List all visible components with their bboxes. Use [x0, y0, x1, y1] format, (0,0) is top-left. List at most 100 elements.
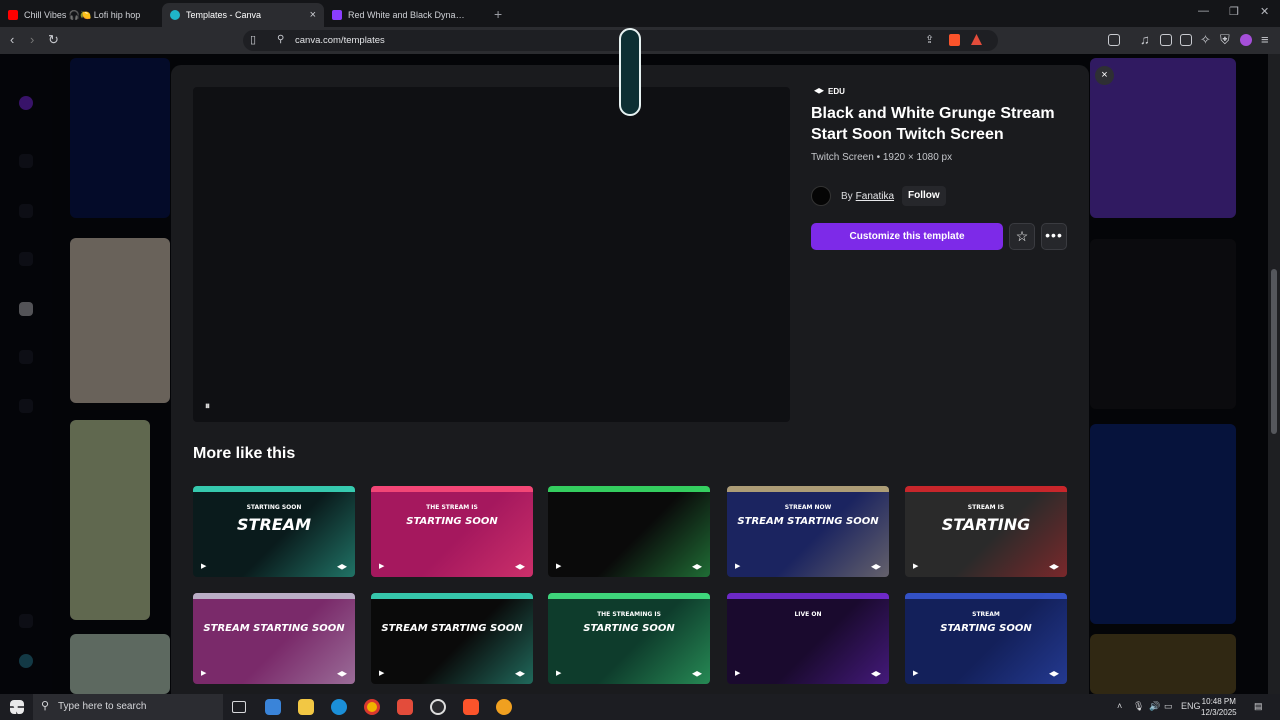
- app-icon[interactable]: [496, 699, 512, 715]
- thumbnail-title: STARTING SOON: [406, 516, 498, 527]
- tab-label: Templates - Canva: [186, 10, 262, 20]
- author-name-link[interactable]: Fanatika: [856, 191, 894, 202]
- webcam-overlay: [619, 28, 641, 116]
- edge-icon[interactable]: [331, 699, 347, 715]
- close-tab-icon[interactable]: ×: [310, 9, 316, 21]
- canva-icon: [332, 10, 342, 20]
- follow-button[interactable]: Follow: [902, 186, 946, 206]
- thumbnail-accent: [727, 486, 889, 492]
- play-icon: ▶: [556, 670, 562, 677]
- file-explorer-icon[interactable]: [298, 699, 314, 715]
- leo-icon[interactable]: [1240, 34, 1252, 46]
- play-icon: ▶: [735, 563, 741, 570]
- scrollbar[interactable]: [1268, 54, 1280, 694]
- obs-icon[interactable]: [430, 699, 446, 715]
- url-text: canva.com/templates: [295, 35, 385, 46]
- chrome-icon[interactable]: [364, 699, 380, 715]
- network-icon[interactable]: ▭: [1164, 701, 1173, 712]
- author-avatar[interactable]: [811, 186, 831, 206]
- author-row: By Fanatika Follow: [811, 186, 946, 206]
- edu-badge: EDU: [814, 87, 845, 96]
- site-info-icon[interactable]: ⚲: [277, 34, 284, 45]
- thumbnail-subtext: STREAM NOW: [784, 504, 832, 511]
- graduation-cap-icon: [692, 564, 702, 570]
- scrollbar-thumb[interactable]: [1271, 269, 1277, 434]
- play-icon: ▶: [913, 563, 919, 570]
- extensions-icon[interactable]: ✧: [1200, 32, 1211, 48]
- brave-shield-icon[interactable]: [949, 34, 960, 46]
- template-thumbnail[interactable]: ▶: [548, 486, 710, 577]
- menu-icon[interactable]: ≡: [1261, 32, 1269, 47]
- template-thumbnail[interactable]: STREAM IS STARTING ▶: [905, 486, 1067, 577]
- pause-icon[interactable]: ⏸: [205, 401, 210, 412]
- windows-taskbar: Type here to search ⚲ ˄ 🎙 🔊 ▭ ENG 10:48 …: [0, 694, 1280, 720]
- play-icon: ▶: [201, 670, 207, 677]
- play-icon: ▶: [735, 670, 741, 677]
- windows-start-icon[interactable]: [10, 700, 24, 714]
- thumbnail-subtext: LIVE ON: [794, 611, 822, 618]
- template-thumbnail[interactable]: THE STREAM IS STARTING SOON ▶: [371, 486, 533, 577]
- system-clock[interactable]: 10:48 PM 12/3/2025: [1201, 696, 1237, 718]
- notifications-icon[interactable]: ▤: [1254, 701, 1263, 712]
- star-icon[interactable]: ☆: [1009, 223, 1035, 250]
- share-icon[interactable]: ⇪: [925, 33, 934, 46]
- wallet-icon[interactable]: [1180, 34, 1192, 46]
- customize-template-button[interactable]: Customize this template: [811, 223, 1003, 250]
- back-icon[interactable]: ‹: [10, 32, 14, 47]
- store-icon[interactable]: [265, 699, 281, 715]
- template-thumbnail[interactable]: LIVE ON ▶: [727, 593, 889, 684]
- graduation-cap-icon: [692, 671, 702, 677]
- task-view-icon[interactable]: [232, 701, 246, 713]
- template-thumbnail[interactable]: STREAM NOW STREAM STARTING SOON ▶: [727, 486, 889, 577]
- chevron-up-icon[interactable]: ˄: [1117, 701, 1122, 711]
- language-indicator[interactable]: ENG: [1181, 701, 1201, 711]
- app-icon[interactable]: [397, 699, 413, 715]
- media-icon[interactable]: ♫: [1140, 32, 1150, 47]
- graduation-cap-icon: [1049, 564, 1059, 570]
- minimize-window-button[interactable]: —: [1198, 5, 1209, 17]
- brave-rewards-icon[interactable]: [971, 34, 982, 45]
- edu-badge-label: EDU: [828, 87, 845, 96]
- reload-icon[interactable]: ↻: [48, 32, 59, 48]
- graduation-cap-icon: [515, 671, 525, 677]
- bookmark-icon[interactable]: ▯: [250, 33, 256, 46]
- brave-icon[interactable]: [463, 699, 479, 715]
- thumbnail-accent: [371, 593, 533, 599]
- graduation-cap-icon: [871, 671, 881, 677]
- template-preview-modal: ⏸ EDU Black and White Grunge Stream Star…: [171, 65, 1089, 705]
- tab-canva-templates[interactable]: Templates - Canva ×: [162, 3, 324, 27]
- thumbnail-subtext: STARTING SOON: [246, 504, 302, 511]
- thumbnail-accent: [905, 593, 1067, 599]
- sidebar-icon[interactable]: [1108, 34, 1120, 46]
- microphone-icon[interactable]: 🎙: [1133, 701, 1144, 712]
- maximize-window-button[interactable]: ❐: [1229, 5, 1239, 18]
- template-thumbnail[interactable]: STREAM STARTING SOON ▶: [905, 593, 1067, 684]
- thumbnail-accent: [905, 486, 1067, 492]
- panel-icon[interactable]: [1160, 34, 1172, 46]
- more-options-icon[interactable]: •••: [1041, 223, 1067, 250]
- new-tab-button[interactable]: +: [494, 6, 502, 22]
- tab-red-white-black[interactable]: Red White and Black Dynamic Live St: [324, 3, 486, 27]
- template-thumbnail[interactable]: THE STREAMING IS STARTING SOON ▶: [548, 593, 710, 684]
- template-thumbnail[interactable]: STREAM STARTING SOON ▶: [193, 593, 355, 684]
- thumbnail-title: STREAM STARTING SOON: [381, 623, 523, 634]
- volume-icon[interactable]: 🔊: [1149, 701, 1160, 712]
- template-thumbnail[interactable]: STARTING SOON STREAM ▶: [193, 486, 355, 577]
- vpn-icon[interactable]: ⛨: [1220, 32, 1230, 48]
- youtube-icon: [8, 10, 18, 20]
- template-title: Black and White Grunge Stream Start Soon…: [811, 105, 1055, 143]
- thumbnail-title: STARTING SOON: [940, 623, 1032, 634]
- tab-label: Chill Vibes 🎧🍋 Lofi hip hop: [24, 9, 141, 20]
- tab-lofi[interactable]: Chill Vibes 🎧🍋 Lofi hip hop: [0, 3, 162, 27]
- thumbnail-title: STREAM: [237, 515, 311, 534]
- close-window-button[interactable]: ✕: [1260, 5, 1269, 18]
- template-thumbnail[interactable]: STREAM STARTING SOON ▶: [371, 593, 533, 684]
- close-modal-icon[interactable]: ×: [1095, 66, 1114, 85]
- template-video-preview[interactable]: ⏸: [193, 87, 790, 422]
- thumbnail-subtext: STREAM IS: [967, 504, 1005, 511]
- graduation-cap-icon: [814, 88, 824, 94]
- forward-icon[interactable]: ›: [30, 32, 34, 47]
- taskbar-search-input[interactable]: Type here to search: [33, 694, 223, 720]
- thumbnail-subtext: STREAM: [972, 611, 1000, 618]
- thumbnail-subtext: THE STREAM IS: [426, 504, 478, 511]
